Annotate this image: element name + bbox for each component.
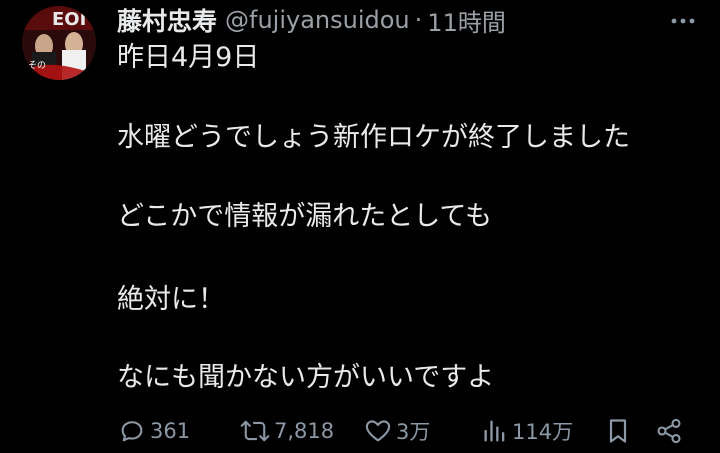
author-name[interactable]: 藤村忠寿 <box>117 2 217 38</box>
bookmark-button[interactable] <box>606 413 630 449</box>
header-separator: · <box>414 6 423 34</box>
repost-button[interactable]: 7,818 <box>240 413 334 449</box>
heart-icon <box>365 420 391 442</box>
reply-icon <box>121 421 143 442</box>
views-icon <box>484 420 505 442</box>
tweet-line-date: 昨日4月9日 <box>117 42 260 73</box>
repost-icon <box>240 420 270 442</box>
views-count: 114万 <box>512 420 574 444</box>
action-bar: 361 7,818 3万 114万 <box>0 413 720 449</box>
share-icon <box>657 418 681 444</box>
like-button[interactable]: 3万 <box>364 413 430 449</box>
share-button[interactable] <box>655 413 683 449</box>
tweet-line-leak: どこかで情報が漏れたとしても <box>117 201 493 232</box>
reply-button[interactable]: 361 <box>118 413 190 449</box>
tweet-line-emphasis: 絶対に！ <box>117 284 225 315</box>
views-button[interactable]: 114万 <box>482 413 573 449</box>
tweet-time[interactable]: 11時間 <box>427 3 506 38</box>
repost-count: 7,818 <box>274 419 335 443</box>
tweet-header: 藤村忠寿 @fujiyansuidou · 11時間 <box>117 2 506 38</box>
avatar-image: EOI その <box>22 6 96 80</box>
avatar-text-bottom: その <box>28 60 46 71</box>
avatar-text-top: EOI <box>52 9 86 30</box>
like-count: 3万 <box>396 420 431 444</box>
avatar[interactable]: EOI その <box>22 6 96 80</box>
bookmark-icon <box>609 419 627 443</box>
more-options-button[interactable] <box>670 8 696 34</box>
more-icon <box>671 18 695 24</box>
reply-count: 361 <box>150 419 191 443</box>
tweet-line-warning: なにも聞かない方がいいですよ <box>117 362 495 393</box>
author-handle[interactable]: @fujiyansuidou <box>225 6 410 34</box>
tweet-line-announcement: 水曜どうでしょう新作ロケが終了しました <box>117 122 630 153</box>
